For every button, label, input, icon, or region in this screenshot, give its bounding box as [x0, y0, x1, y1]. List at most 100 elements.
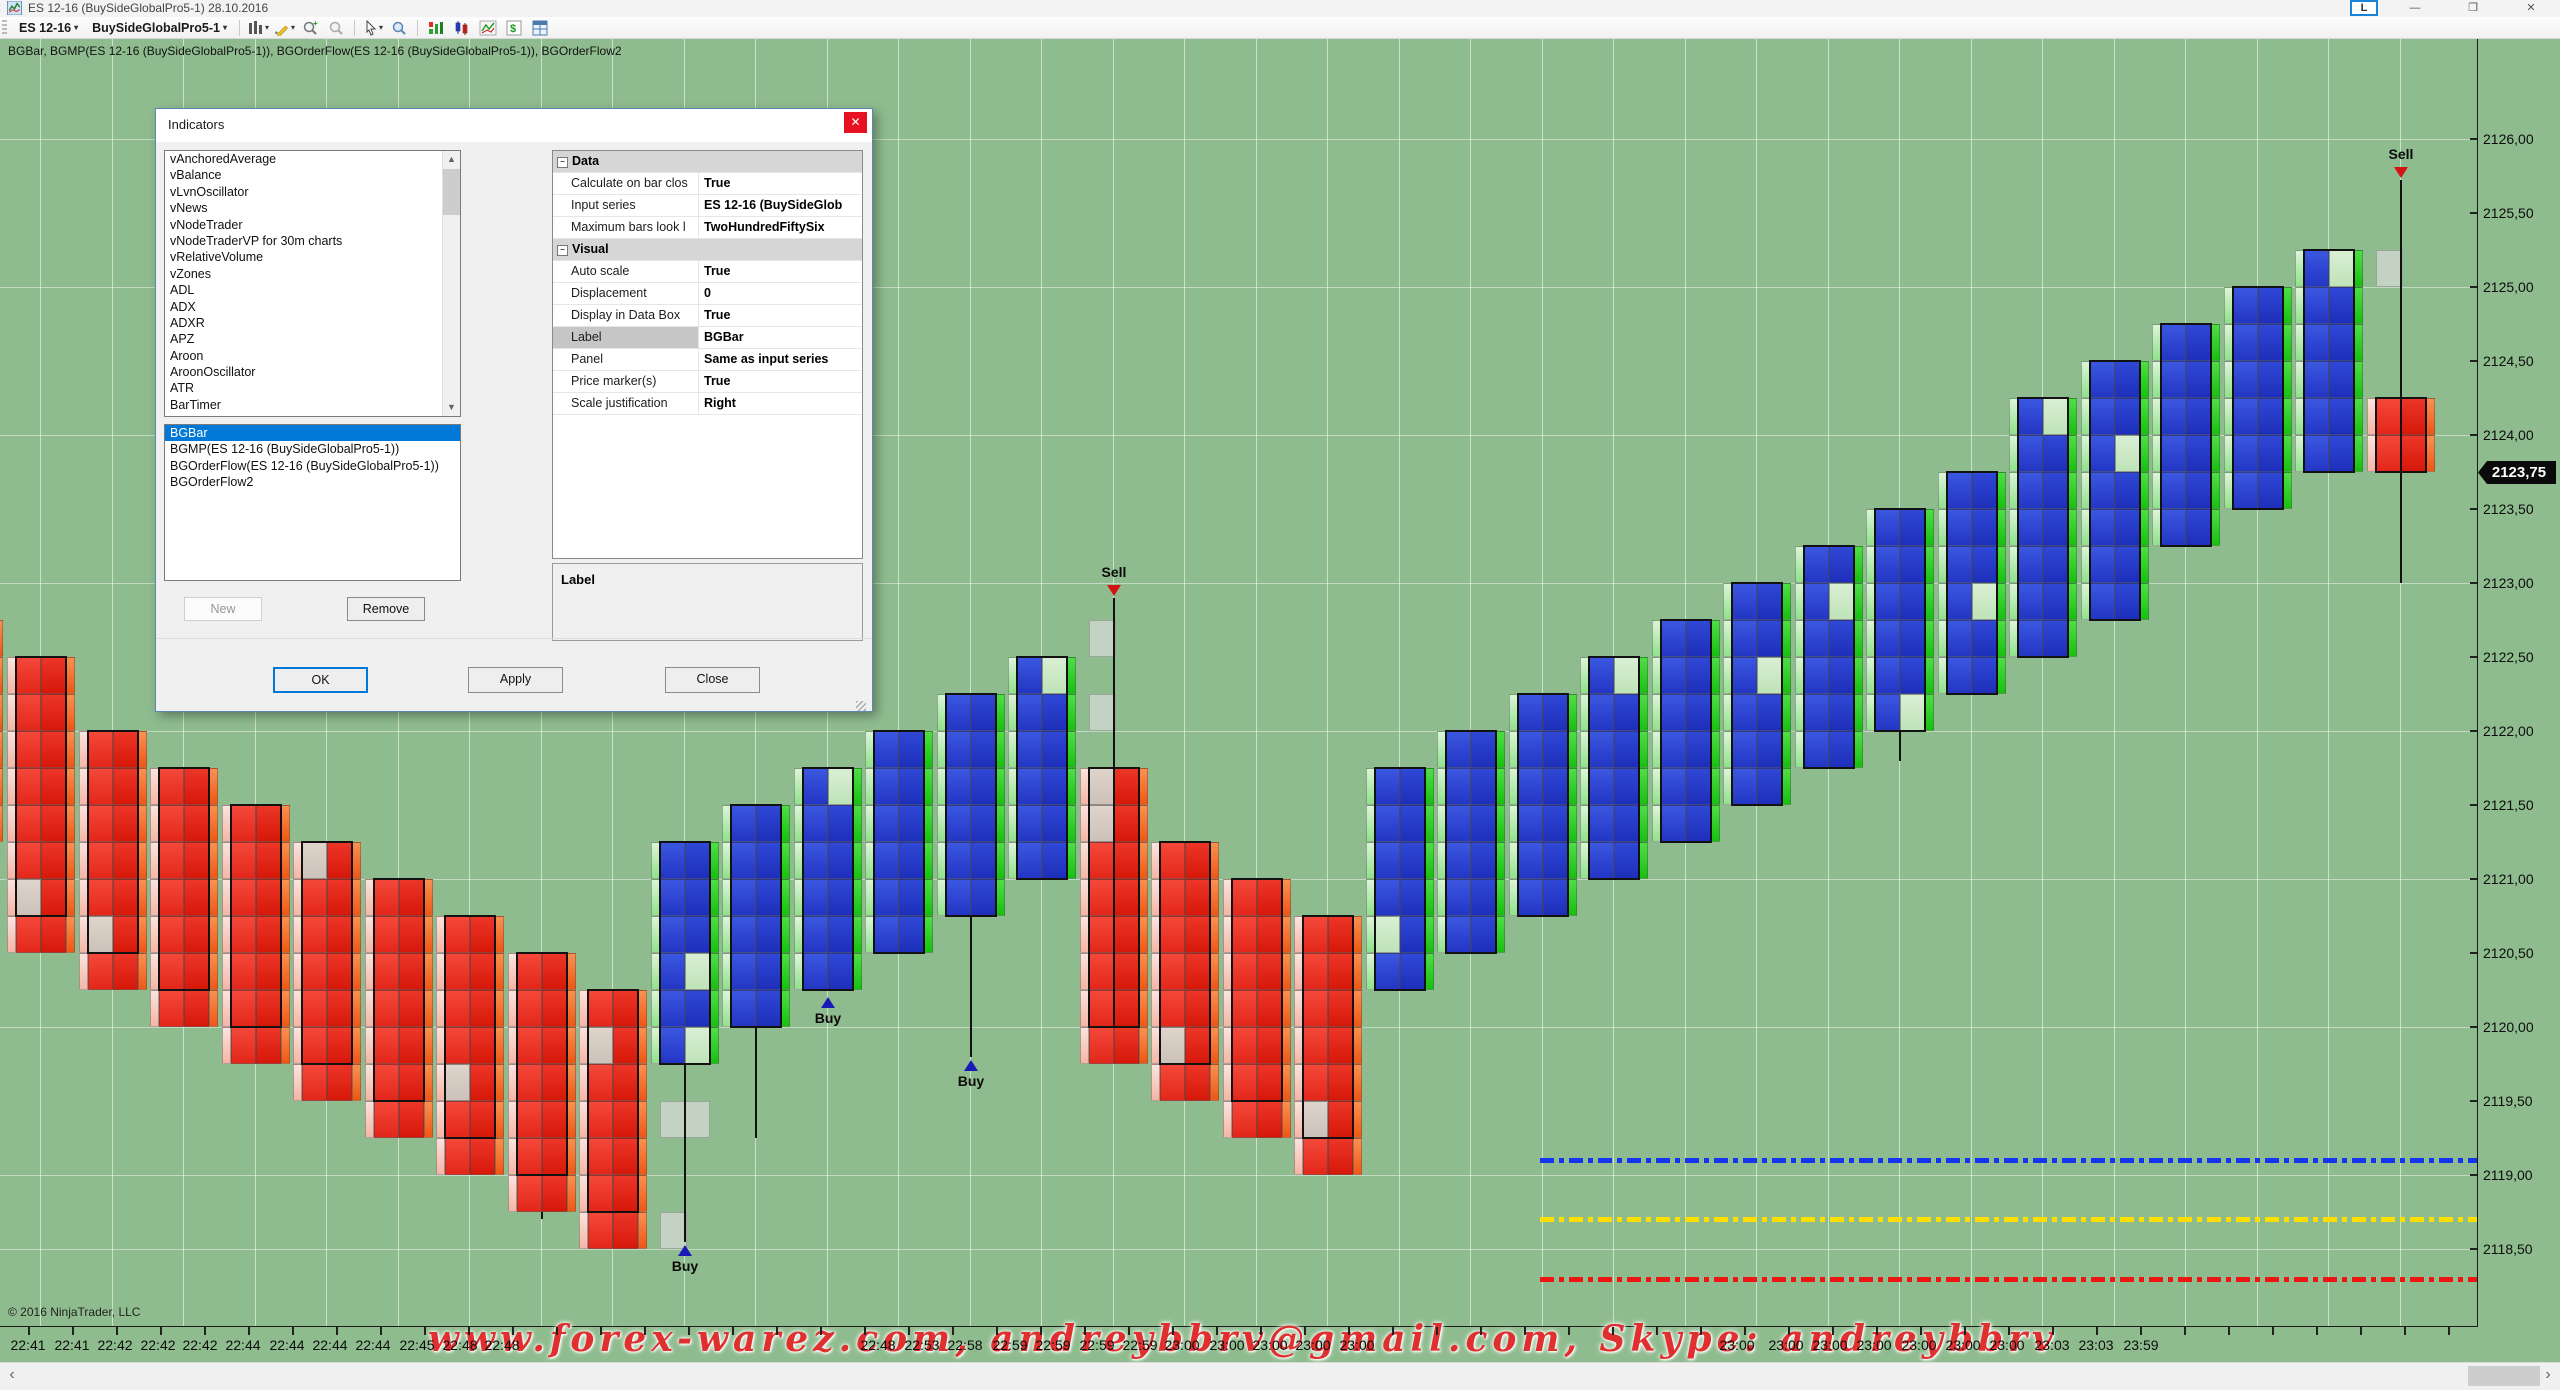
property-row[interactable]: Scale justificationRight	[553, 393, 862, 415]
property-value[interactable]: BGBar	[699, 327, 862, 348]
resize-grip[interactable]	[856, 701, 866, 711]
remove-button[interactable]: Remove	[347, 597, 425, 621]
ask-strip	[0, 731, 3, 768]
selected-indicator-item[interactable]: BGOrderFlow2	[165, 474, 460, 490]
list-item[interactable]: vBalance	[165, 167, 460, 183]
list-item[interactable]: ADL	[165, 282, 460, 298]
list-item[interactable]: Aroon	[165, 348, 460, 364]
list-item[interactable]: vZones	[165, 266, 460, 282]
bid-strip	[1223, 1027, 1232, 1064]
footprint-cell	[517, 1027, 542, 1064]
list-item[interactable]: AroonOscillator	[165, 364, 460, 380]
footprint-cell	[1829, 583, 1854, 620]
list-item[interactable]: vNodeTraderVP for 30m charts	[165, 233, 460, 249]
property-value[interactable]: Same as input series	[699, 349, 862, 370]
scrollbar-thumb[interactable]	[443, 169, 460, 215]
property-row[interactable]: LabelBGBar	[553, 327, 862, 349]
property-value[interactable]: True	[699, 173, 862, 194]
selected-indicator-item[interactable]: BGMP(ES 12-16 (BuySideGlobalPro5-1))	[165, 441, 460, 457]
selected-indicators-list[interactable]: BGBarBGMP(ES 12-16 (BuySideGlobalPro5-1)…	[164, 424, 461, 581]
indicator-properties-grid[interactable]: −DataCalculate on bar closTrueInput seri…	[552, 150, 863, 559]
list-item[interactable]: vRelativeVolume	[165, 249, 460, 265]
ask-strip	[1353, 1101, 1362, 1138]
property-value[interactable]: True	[699, 261, 862, 282]
available-indicators-list[interactable]: vAnchoredAveragevBalancevLvnOscillatorvN…	[164, 150, 461, 417]
property-row[interactable]: Displacement0	[553, 283, 862, 305]
ask-strip	[281, 842, 290, 879]
footprint-cell	[1017, 805, 1042, 842]
property-row[interactable]: Price marker(s)True	[553, 371, 862, 393]
property-row[interactable]: Auto scaleTrue	[553, 261, 862, 283]
line-chart-button[interactable]	[477, 19, 499, 37]
dialog-close-button[interactable]: ✕	[844, 112, 867, 133]
list-scrollbar[interactable]: ▲ ▼	[442, 151, 460, 416]
bid-strip	[1509, 694, 1518, 731]
indicators-button[interactable]	[425, 19, 447, 37]
instrument-dropdown[interactable]: ES 12-16 ▾	[14, 20, 83, 36]
bid-strip	[1795, 546, 1804, 583]
collapse-icon[interactable]: −	[557, 157, 568, 168]
list-item[interactable]: BarTimer	[165, 397, 460, 413]
scroll-left-arrow[interactable]: ‹	[2, 1366, 22, 1384]
footprint-cell	[2258, 472, 2283, 509]
link-button[interactable]: L	[2350, 0, 2378, 16]
property-value[interactable]: True	[699, 305, 862, 326]
scroll-right-arrow[interactable]: ›	[2538, 1366, 2558, 1384]
property-value[interactable]: True	[699, 371, 862, 392]
list-item[interactable]: ADX	[165, 299, 460, 315]
maximize-button[interactable]: ❐	[2458, 0, 2488, 16]
list-item[interactable]: ATR	[165, 380, 460, 396]
scrollbar-thumb[interactable]	[2468, 1366, 2540, 1386]
chart-style-button[interactable]	[451, 19, 473, 37]
property-value[interactable]: ES 12-16 (BuySideGlob	[699, 195, 862, 216]
property-group-row[interactable]: −Visual	[553, 239, 862, 261]
property-value[interactable]: TwoHundredFiftySix	[699, 217, 862, 238]
property-row[interactable]: PanelSame as input series	[553, 349, 862, 371]
collapse-icon[interactable]: −	[557, 245, 568, 256]
property-value[interactable]: Right	[699, 393, 862, 414]
horizontal-scrollbar[interactable]	[0, 1362, 2560, 1390]
ghost-cell	[660, 1212, 687, 1249]
list-item[interactable]: ADXR	[165, 315, 460, 331]
account-button[interactable]: $	[503, 19, 525, 37]
dialog-titlebar[interactable]: Indicators ✕	[156, 109, 872, 142]
minimize-button[interactable]: —	[2400, 0, 2430, 16]
property-row[interactable]: Input seriesES 12-16 (BuySideGlob	[553, 195, 862, 217]
new-button[interactable]: New	[184, 597, 262, 621]
zoom-out-button[interactable]	[325, 19, 347, 37]
ok-button[interactable]: OK	[273, 667, 368, 693]
toolbar-grip[interactable]	[2, 20, 7, 36]
list-item[interactable]: vAnchoredAverage	[165, 151, 460, 167]
footprint-cell	[899, 916, 924, 953]
dialog-close-button-bottom[interactable]: Close	[665, 667, 760, 693]
zoom-in-button[interactable]: +	[299, 19, 321, 37]
draw-tool-button[interactable]: ▾	[273, 19, 295, 37]
selected-indicator-item[interactable]: BGBar	[165, 425, 460, 441]
footprint-cell	[1543, 805, 1568, 842]
bar-interval-button[interactable]: ▾	[247, 19, 269, 37]
data-box-button[interactable]	[388, 19, 410, 37]
footprint-cell	[803, 842, 828, 879]
footprint-cell	[1089, 805, 1114, 842]
list-item[interactable]: vLvnOscillator	[165, 184, 460, 200]
footprint-cell	[445, 1064, 470, 1101]
property-row[interactable]: Display in Data BoxTrue	[553, 305, 862, 327]
scroll-down-arrow[interactable]: ▼	[443, 399, 460, 416]
property-row[interactable]: Maximum bars look lTwoHundredFiftySix	[553, 217, 862, 239]
template-dropdown[interactable]: BuySideGlobalPro5-1 ▾	[87, 20, 232, 36]
property-group-row[interactable]: −Data	[553, 151, 862, 173]
list-item[interactable]: APZ	[165, 331, 460, 347]
list-item[interactable]: vNodeTrader	[165, 217, 460, 233]
property-value[interactable]: 0	[699, 283, 862, 304]
scroll-up-arrow[interactable]: ▲	[443, 151, 460, 168]
cursor-tool-button[interactable]: ▾	[362, 19, 384, 37]
close-button[interactable]: ✕	[2516, 0, 2546, 16]
data-grid-button[interactable]	[529, 19, 551, 37]
selected-indicator-item[interactable]: BGOrderFlow(ES 12-16 (BuySideGlobalPro5-…	[165, 458, 460, 474]
apply-button[interactable]: Apply	[468, 667, 563, 693]
list-item[interactable]: vNews	[165, 200, 460, 216]
property-row[interactable]: Calculate on bar closTrue	[553, 173, 862, 195]
time-tick	[1524, 1327, 1526, 1335]
time-tick	[2140, 1327, 2142, 1335]
footprint-cell	[41, 879, 66, 916]
